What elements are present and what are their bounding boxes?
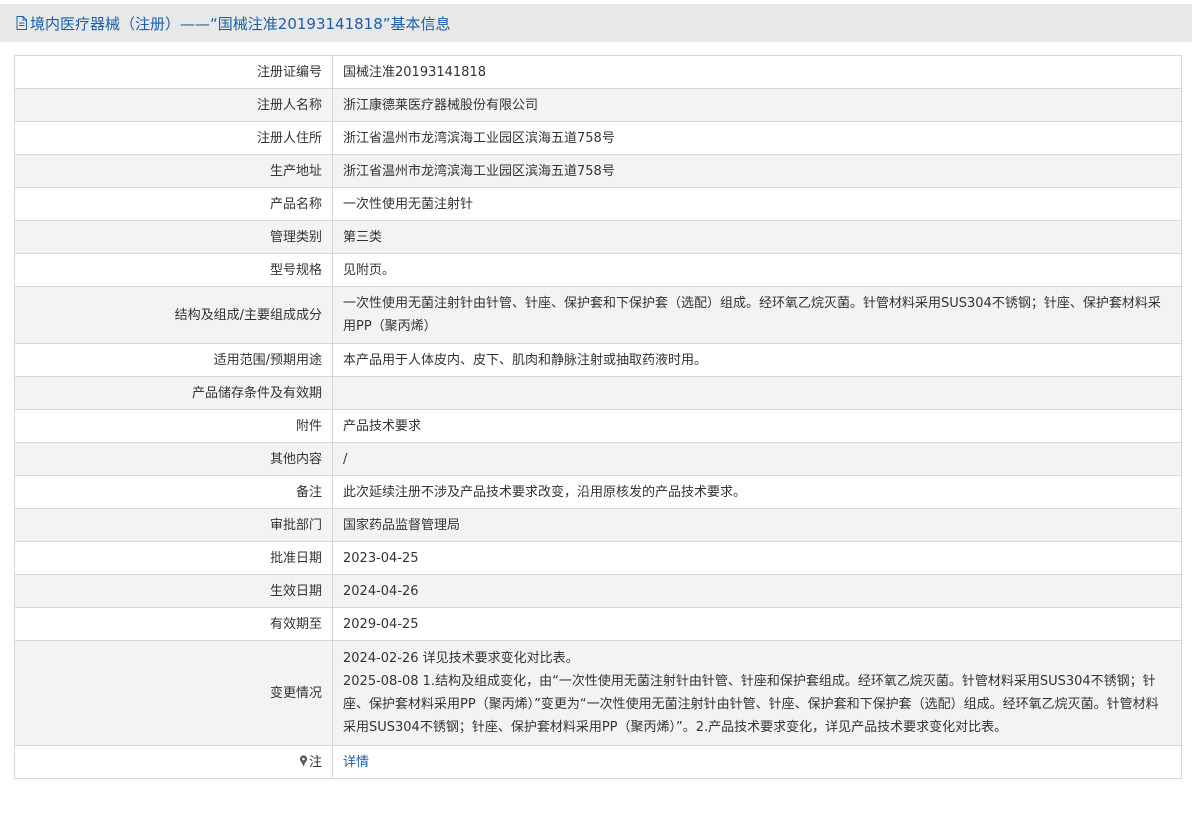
details-link[interactable]: 详情 xyxy=(343,755,369,770)
row-label: 变更情况 xyxy=(14,640,333,746)
row-label: 产品储存条件及有效期 xyxy=(14,376,333,410)
table-row: 注册人住所 浙江省温州市龙湾滨海工业园区滨海五道758号 xyxy=(14,121,1182,155)
note-label: 注 xyxy=(308,754,322,770)
table-row: 管理类别 第三类 xyxy=(14,220,1182,254)
row-label: 生产地址 xyxy=(14,154,333,188)
table-row: 生效日期 2024-04-26 xyxy=(14,574,1182,608)
row-label: 适用范围/预期用途 xyxy=(14,343,333,377)
change-entry: 2024-02-26 详见技术要求变化对比表。 xyxy=(343,651,579,666)
row-label: 生效日期 xyxy=(14,574,333,608)
row-value: 2029-04-25 xyxy=(332,607,1182,641)
table-row: 适用范围/预期用途 本产品用于人体皮内、皮下、肌肉和静脉注射或抽取药液时用。 xyxy=(14,343,1182,377)
row-label: 有效期至 xyxy=(14,607,333,641)
page-title: 境内医疗器械（注册）——“国械注准20193141818”基本信息 xyxy=(30,14,451,33)
row-label: 结构及组成/主要组成成分 xyxy=(14,286,333,344)
registration-info-table: 注册证编号 国械注准20193141818 注册人名称 浙江康德莱医疗器械股份有… xyxy=(14,55,1182,779)
row-value: 浙江康德莱医疗器械股份有限公司 xyxy=(332,88,1182,122)
table-row: 生产地址 浙江省温州市龙湾滨海工业园区滨海五道758号 xyxy=(14,154,1182,188)
row-label: 审批部门 xyxy=(14,508,333,542)
row-value: 见附页。 xyxy=(332,253,1182,287)
table-row: 产品名称 一次性使用无菌注射针 xyxy=(14,187,1182,221)
row-value: 2024-04-26 xyxy=(332,574,1182,608)
table-row: 结构及组成/主要组成成分 一次性使用无菌注射针由针管、针座、保护套和下保护套（选… xyxy=(14,286,1182,344)
change-entry: 2025-08-08 1.结构及组成变化，由“一次性使用无菌注射针由针管、针座和… xyxy=(343,674,1159,735)
row-label: 注册人住所 xyxy=(14,121,333,155)
row-value: 本产品用于人体皮内、皮下、肌肉和静脉注射或抽取药液时用。 xyxy=(332,343,1182,377)
row-label: 批准日期 xyxy=(14,541,333,575)
table-row: 备注 此次延续注册不涉及产品技术要求改变，沿用原核发的产品技术要求。 xyxy=(14,475,1182,509)
row-value: 浙江省温州市龙湾滨海工业园区滨海五道758号 xyxy=(332,121,1182,155)
row-label: 附件 xyxy=(14,409,333,443)
row-value: 第三类 xyxy=(332,220,1182,254)
table-row: 审批部门 国家药品监督管理局 xyxy=(14,508,1182,542)
row-label: 型号规格 xyxy=(14,253,333,287)
row-value: 一次性使用无菌注射针 xyxy=(332,187,1182,221)
document-icon xyxy=(16,16,27,30)
row-value xyxy=(332,376,1182,410)
table-row: 批准日期 2023-04-25 xyxy=(14,541,1182,575)
table-row: 附件 产品技术要求 xyxy=(14,409,1182,443)
table-row: 注 详情 xyxy=(14,745,1182,779)
change-history: 2024-02-26 详见技术要求变化对比表。 2025-08-08 1.结构及… xyxy=(332,640,1182,746)
row-label: 注册人名称 xyxy=(14,88,333,122)
row-label: 注 xyxy=(14,745,333,779)
page-title-bar: 境内医疗器械（注册）——“国械注准20193141818”基本信息 xyxy=(0,4,1192,42)
row-value: 详情 xyxy=(332,745,1182,779)
row-value: 一次性使用无菌注射针由针管、针座、保护套和下保护套（选配）组成。经环氧乙烷灭菌。… xyxy=(332,286,1182,344)
row-label: 其他内容 xyxy=(14,442,333,476)
row-value: 国械注准20193141818 xyxy=(332,55,1182,89)
row-value: 国家药品监督管理局 xyxy=(332,508,1182,542)
table-row: 型号规格 见附页。 xyxy=(14,253,1182,287)
row-value: 浙江省温州市龙湾滨海工业园区滨海五道758号 xyxy=(332,154,1182,188)
table-row: 有效期至 2029-04-25 xyxy=(14,607,1182,641)
row-value: 2023-04-25 xyxy=(332,541,1182,575)
table-row: 注册证编号 国械注准20193141818 xyxy=(14,55,1182,89)
table-row: 注册人名称 浙江康德莱医疗器械股份有限公司 xyxy=(14,88,1182,122)
row-value: 此次延续注册不涉及产品技术要求改变，沿用原核发的产品技术要求。 xyxy=(332,475,1182,509)
pin-icon xyxy=(299,752,308,766)
row-value: 产品技术要求 xyxy=(332,409,1182,443)
row-label: 管理类别 xyxy=(14,220,333,254)
row-label: 注册证编号 xyxy=(14,55,333,89)
table-row: 产品储存条件及有效期 xyxy=(14,376,1182,410)
row-value: / xyxy=(332,442,1182,476)
row-label: 备注 xyxy=(14,475,333,509)
table-row: 其他内容 / xyxy=(14,442,1182,476)
row-label: 产品名称 xyxy=(14,187,333,221)
table-row: 变更情况 2024-02-26 详见技术要求变化对比表。 2025-08-08 … xyxy=(14,640,1182,746)
